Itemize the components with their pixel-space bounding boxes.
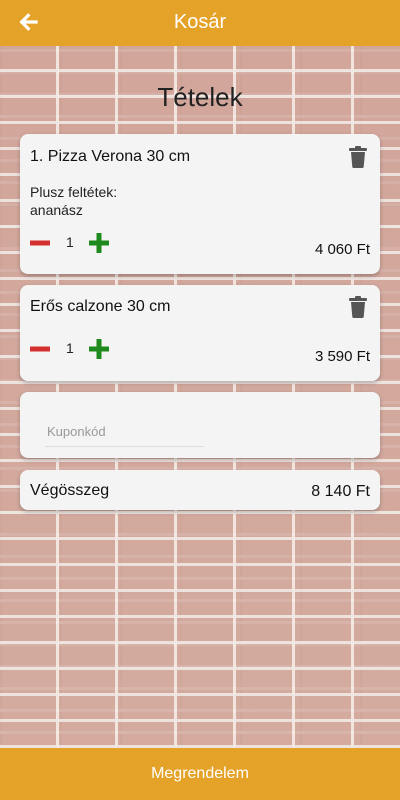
app-header: Kosár [0, 0, 400, 46]
item-price: 4 060 Ft [314, 241, 370, 258]
coupon-card [20, 392, 380, 458]
minus-icon[interactable] [29, 232, 51, 254]
item-price: 3 590 Ft [314, 348, 370, 365]
total-label: Végösszeg [30, 482, 110, 499]
coupon-input[interactable] [45, 416, 204, 447]
order-button[interactable]: Megrendelem [0, 748, 400, 800]
quantity-value: 1 [66, 234, 74, 250]
total-card: Végösszeg 8 140 Ft [20, 470, 380, 510]
cart-item-card: Erős calzone 30 cm 1 3 590 Ft [20, 285, 380, 381]
trash-icon[interactable] [348, 146, 368, 168]
trash-icon[interactable] [348, 296, 368, 318]
quantity-value: 1 [66, 340, 74, 356]
addon-label: Plusz feltétek: [30, 184, 118, 200]
addon-value: ananász [30, 202, 83, 218]
cart-item-card: 1. Pizza Verona 30 cm Plusz feltétek: an… [20, 134, 380, 274]
item-name: Erős calzone 30 cm [30, 298, 171, 315]
total-value: 8 140 Ft [311, 483, 370, 500]
minus-icon[interactable] [29, 338, 51, 360]
page-title: Tételek [157, 82, 243, 112]
plus-icon[interactable] [88, 232, 110, 254]
header-title: Kosár [173, 11, 227, 33]
plus-icon[interactable] [88, 338, 110, 360]
item-name: 1. Pizza Verona 30 cm [30, 148, 191, 165]
